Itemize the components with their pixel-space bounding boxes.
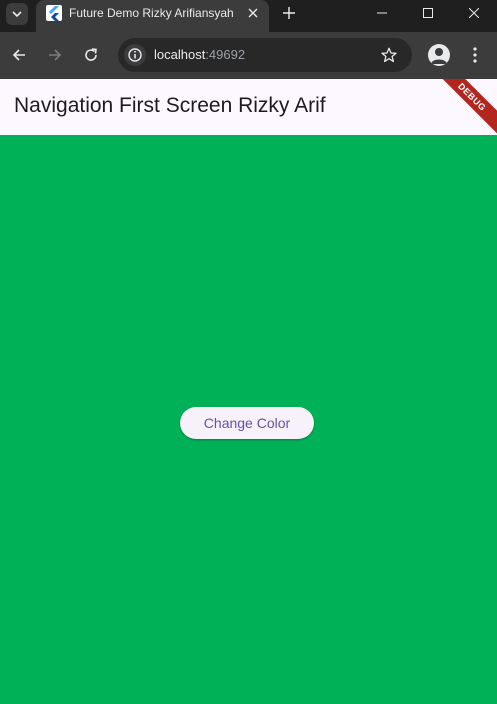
- maximize-icon: [423, 8, 433, 18]
- url-port: :49692: [205, 47, 246, 62]
- new-tab-button[interactable]: [279, 3, 299, 23]
- kebab-menu-icon: [473, 47, 477, 63]
- change-color-button[interactable]: Change Color: [180, 407, 314, 439]
- bookmark-button[interactable]: [379, 45, 399, 65]
- profile-button[interactable]: [428, 44, 450, 66]
- close-icon: [469, 8, 479, 18]
- browser-tab-strip: Future Demo Rizky Arifiansyah: [0, 0, 497, 32]
- close-icon: [248, 8, 258, 18]
- tab-search-button[interactable]: [6, 3, 28, 25]
- screen-body: Change Color: [0, 135, 497, 704]
- reload-button[interactable]: [79, 43, 103, 67]
- close-window-button[interactable]: [451, 0, 497, 26]
- person-icon: [431, 48, 447, 64]
- address-bar[interactable]: localhost:49692: [118, 38, 412, 72]
- star-icon: [381, 47, 397, 63]
- back-button[interactable]: [7, 43, 31, 67]
- info-icon: [128, 48, 142, 62]
- browser-tab[interactable]: Future Demo Rizky Arifiansyah: [36, 0, 269, 32]
- plus-icon: [283, 7, 295, 19]
- minimize-button[interactable]: [359, 0, 405, 26]
- reload-icon: [85, 48, 97, 61]
- maximize-button[interactable]: [405, 0, 451, 26]
- minimize-icon: [377, 12, 387, 14]
- debug-banner: DEBUG: [427, 79, 497, 135]
- page-title: Navigation First Screen Rizky Arif: [14, 94, 326, 117]
- browser-toolbar: localhost:49692: [0, 32, 497, 79]
- tab-close-button[interactable]: [244, 4, 262, 22]
- forward-button[interactable]: [43, 43, 67, 67]
- app-bar: Navigation First Screen Rizky Arif DEBUG: [0, 79, 497, 135]
- arrow-right-icon: [49, 49, 62, 61]
- tab-title: Future Demo Rizky Arifiansyah: [69, 6, 234, 20]
- flutter-icon: [46, 5, 62, 21]
- url-host: localhost: [154, 47, 206, 62]
- arrow-left-icon: [12, 49, 25, 61]
- browser-menu-button[interactable]: [463, 43, 487, 67]
- site-info-button[interactable]: [124, 44, 146, 66]
- chevron-down-icon: [12, 11, 22, 18]
- url-text: localhost:49692: [154, 47, 245, 62]
